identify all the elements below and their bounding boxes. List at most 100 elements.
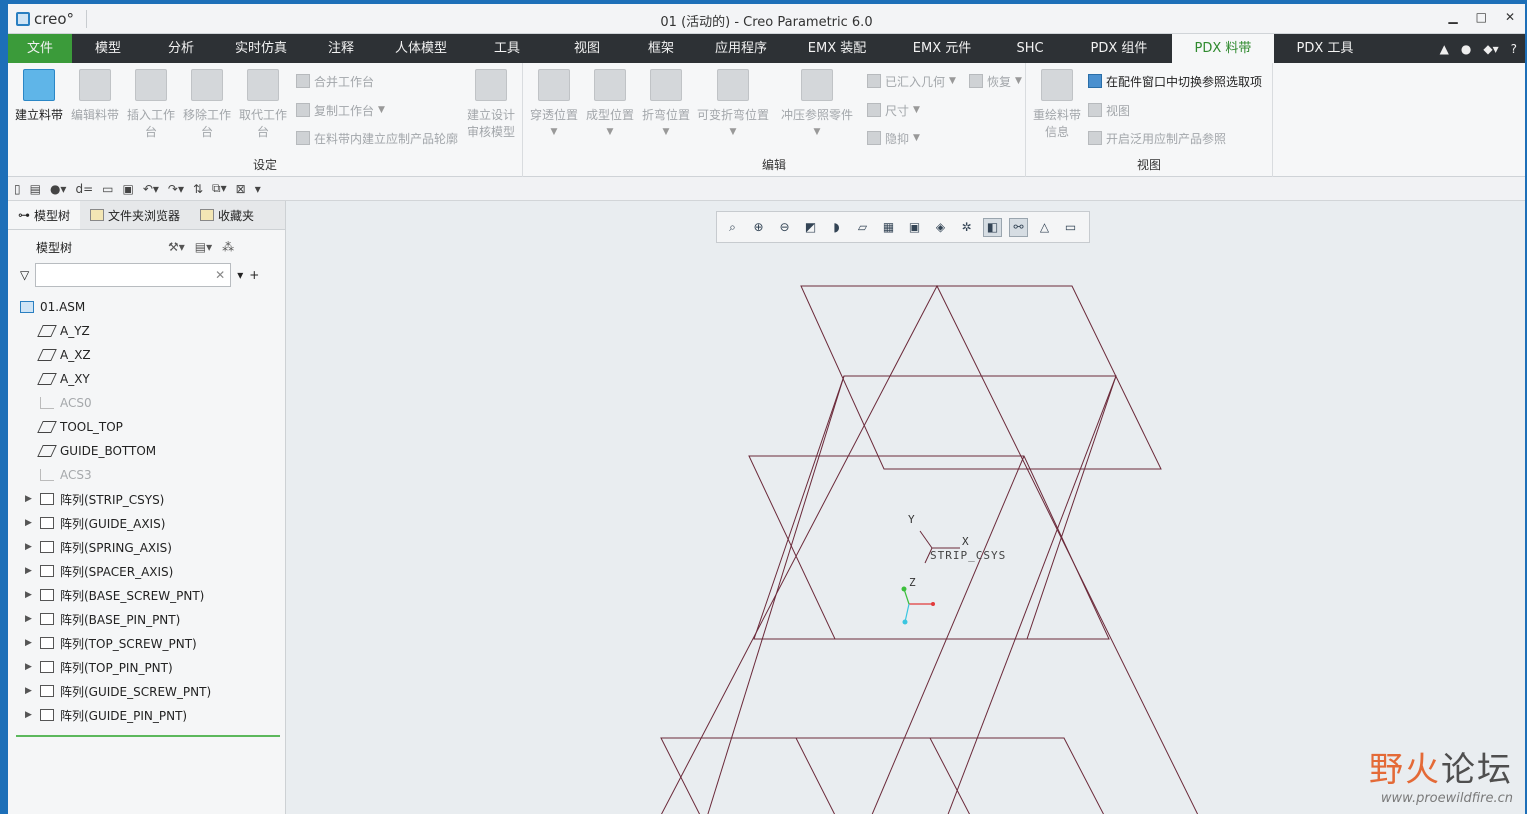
tab-13[interactable]: PDX 组件 (1066, 34, 1172, 63)
tree-row[interactable]: ▶ 阵列(STRIP_CSYS) (8, 487, 285, 511)
form-position-button[interactable]: 成型位置 ▼ (583, 69, 637, 141)
tree-row[interactable]: ▶ 阵列(GUIDE_AXIS) (8, 511, 285, 535)
expand-arrow-icon[interactable]: ▶ (25, 614, 32, 624)
tab-10[interactable]: EMX 装配 (784, 34, 890, 63)
design-review-icon (475, 69, 507, 101)
expand-arrow-icon[interactable]: ▶ (25, 590, 32, 600)
enable-ref-button[interactable]: 开启泛用应制产品参照 (1088, 129, 1226, 147)
tab-8[interactable]: 框架 (624, 34, 698, 63)
tab-6[interactable]: 工具 (464, 34, 550, 63)
learning-icon[interactable]: ◆▾ (1483, 42, 1498, 56)
bend-position-button[interactable]: 折弯位置 ▼ (639, 69, 693, 141)
insert-station-button[interactable]: 插入工作台 (124, 69, 178, 141)
save-icon[interactable]: ▣ (122, 182, 133, 196)
minimize-button[interactable]: ▁ (1448, 10, 1457, 24)
build-outline-button[interactable]: 在料带内建立应制产品轮廓 (296, 129, 458, 147)
tree-row[interactable]: ▶ 阵列(GUIDE_PIN_PNT) (8, 703, 285, 727)
tab-12[interactable]: SHC (994, 34, 1066, 63)
variable-bend-button[interactable]: 可变折弯位置 ▼ (695, 69, 771, 141)
maximize-button[interactable]: □ (1476, 10, 1487, 24)
tree-row[interactable]: ▶ 阵列(GUIDE_SCREW_PNT) (8, 679, 285, 703)
tab-1[interactable]: 模型 (72, 34, 144, 63)
search-options-icon[interactable]: ▾ (237, 268, 243, 282)
tab-5[interactable]: 人体模型 (378, 34, 464, 63)
switch-ref-button[interactable]: 在配件窗口中切换参照选取项 (1088, 72, 1262, 90)
qat-customize-icon[interactable]: ▾ (255, 182, 261, 196)
expand-arrow-icon[interactable]: ▶ (25, 662, 32, 672)
expand-arrow-icon[interactable]: ▶ (25, 566, 32, 576)
dimension-button[interactable]: 尺寸 ▼ (867, 101, 920, 119)
tab-4[interactable]: 注释 (304, 34, 378, 63)
view-button[interactable]: 视图 (1088, 101, 1130, 119)
close-window-icon[interactable]: ⊠ (236, 182, 246, 196)
collapse-ribbon-icon[interactable]: ▲ (1440, 42, 1449, 56)
edit-strip-button[interactable]: 编辑料带 (68, 69, 122, 124)
tab-folder-browser[interactable]: 文件夹浏览器 (80, 201, 190, 229)
tree-row[interactable]: TOOL_TOP (8, 415, 285, 439)
render-icon[interactable]: ●▾ (50, 182, 67, 196)
new-file-icon[interactable]: ▯ (14, 182, 21, 196)
remove-station-button[interactable]: 移除工作台 (180, 69, 234, 141)
tree-row[interactable]: ▶ 阵列(BASE_SCREW_PNT) (8, 583, 285, 607)
stamp-ref-button[interactable]: 冲压参照零件 ▼ (779, 69, 855, 141)
watermark-title-part2: 论坛 (1441, 750, 1513, 790)
favorites-icon (200, 209, 215, 221)
clear-search-icon[interactable]: ✕ (215, 268, 225, 282)
tab-model-tree[interactable]: ⊶ 模型树 (8, 201, 81, 229)
tree-search-input[interactable]: ✕ (35, 263, 232, 287)
relations-icon[interactable]: d= (75, 182, 93, 196)
tab-0[interactable]: 文件 (8, 34, 72, 63)
tab-15[interactable]: PDX 工具 (1274, 34, 1376, 63)
expand-arrow-icon[interactable]: ▶ (25, 494, 32, 504)
tree-row[interactable]: ▶ 阵列(SPRING_AXIS) (8, 535, 285, 559)
redo-icon[interactable]: ↷▾ (168, 182, 184, 196)
windows-icon[interactable]: ⧉▾ (212, 181, 227, 196)
tab-14[interactable]: PDX 料带 (1172, 34, 1274, 63)
tab-3[interactable]: 实时仿真 (218, 34, 304, 63)
tree-filter-icon[interactable]: ⁂ (222, 240, 234, 254)
tab-2[interactable]: 分析 (144, 34, 218, 63)
open-folder-icon[interactable]: ▭ (102, 182, 113, 196)
tree-row[interactable]: A_YZ (8, 319, 285, 343)
imported-geom-button[interactable]: 已汇入几何 ▼ (867, 72, 956, 90)
tree-row[interactable]: A_XY (8, 367, 285, 391)
tree-row[interactable]: ▶ 阵列(TOP_PIN_PNT) (8, 655, 285, 679)
merge-station-button[interactable]: 合并工作台 (296, 72, 374, 90)
expand-arrow-icon[interactable]: ▶ (25, 518, 32, 528)
undo-icon[interactable]: ↶▾ (143, 182, 159, 196)
filter-icon[interactable]: ▽ (20, 268, 29, 282)
redraw-info-button[interactable]: 重绘料带信息 (1030, 69, 1084, 141)
tree-row[interactable]: A_XZ (8, 343, 285, 367)
help-icon[interactable]: ? (1511, 42, 1517, 56)
tab-11[interactable]: EMX 元件 (890, 34, 994, 63)
tree-row[interactable]: 01.ASM (8, 295, 285, 319)
design-review-button[interactable]: 建立设计审核模型 (464, 69, 518, 141)
replace-station-button[interactable]: 取代工作台 (236, 69, 290, 141)
close-button[interactable]: ✕ (1505, 10, 1515, 24)
tab-7[interactable]: 视图 (550, 34, 624, 63)
expand-arrow-icon[interactable]: ▶ (25, 542, 32, 552)
tab-9[interactable]: 应用程序 (698, 34, 784, 63)
tab-favorites[interactable]: 收藏夹 (190, 201, 264, 229)
tree-row[interactable]: ▶ 阵列(TOP_SCREW_PNT) (8, 631, 285, 655)
tree-columns-icon[interactable]: ▤▾ (195, 240, 212, 254)
restore-button[interactable]: 恢复 ▼ (969, 72, 1022, 90)
graphics-viewport[interactable]: ⌕ ⊕ ⊖ ◩ ◗ ▱ ▦ ▣ ◈ ✲ ◧ ⚯ △ ▭ Y X Z STRIP_… (287, 201, 1525, 814)
pass-position-button[interactable]: 穿透位置 ▼ (527, 69, 581, 141)
copy-station-button[interactable]: 复制工作台 ▼ (296, 101, 385, 119)
tree-row[interactable]: ▶ 阵列(SPACER_AXIS) (8, 559, 285, 583)
tree-row[interactable]: ▶ 阵列(BASE_PIN_PNT) (8, 607, 285, 631)
tree-row[interactable]: ACS3 (8, 463, 285, 487)
hide-button[interactable]: 隐抑 ▼ (867, 129, 920, 147)
user-icon[interactable]: ● (1461, 42, 1471, 56)
regenerate-icon[interactable]: ⇅ (193, 182, 203, 196)
tree-row[interactable]: ACS0 (8, 391, 285, 415)
tree-row[interactable]: GUIDE_BOTTOM (8, 439, 285, 463)
tree-settings-icon[interactable]: ⚒▾ (168, 240, 185, 254)
print-icon[interactable]: ▤ (30, 182, 41, 196)
expand-arrow-icon[interactable]: ▶ (25, 638, 32, 648)
add-icon[interactable]: + (249, 268, 259, 282)
expand-arrow-icon[interactable]: ▶ (25, 686, 32, 696)
create-strip-button[interactable]: 建立料带 (12, 69, 66, 124)
expand-arrow-icon[interactable]: ▶ (25, 710, 32, 720)
